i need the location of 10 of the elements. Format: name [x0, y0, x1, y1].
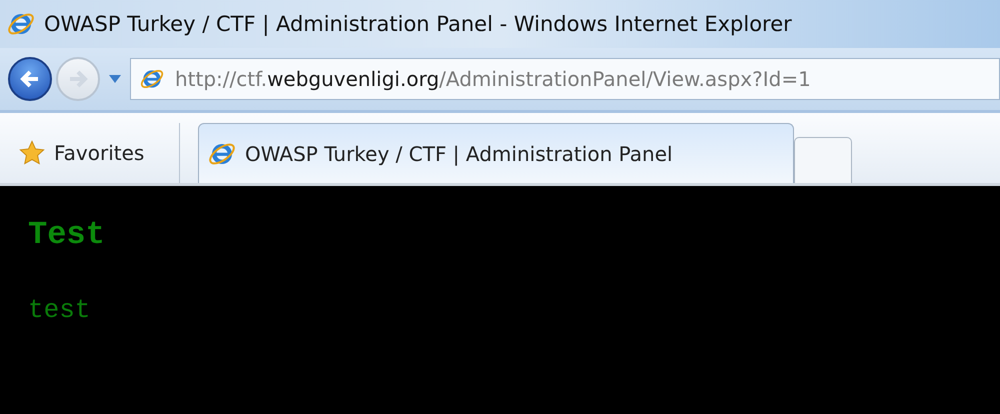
page-heading: Test	[28, 216, 105, 253]
caret-icon	[108, 74, 122, 84]
window-title: OWASP Turkey / CTF | Administration Panel - Windows Internet Explorer	[44, 12, 792, 36]
browser-tab[interactable]: OWASP Turkey / CTF | Administration Panel	[198, 123, 794, 183]
address-field[interactable]: http://ctf.webguvenligi.org/AdministrationPanel/View.aspx?Id=1	[130, 58, 1000, 100]
back-button[interactable]	[8, 57, 52, 101]
page-text: test	[28, 295, 90, 325]
favorites-button[interactable]: Favorites	[0, 123, 180, 183]
star-icon	[18, 139, 46, 167]
new-tab-button[interactable]	[794, 137, 852, 183]
